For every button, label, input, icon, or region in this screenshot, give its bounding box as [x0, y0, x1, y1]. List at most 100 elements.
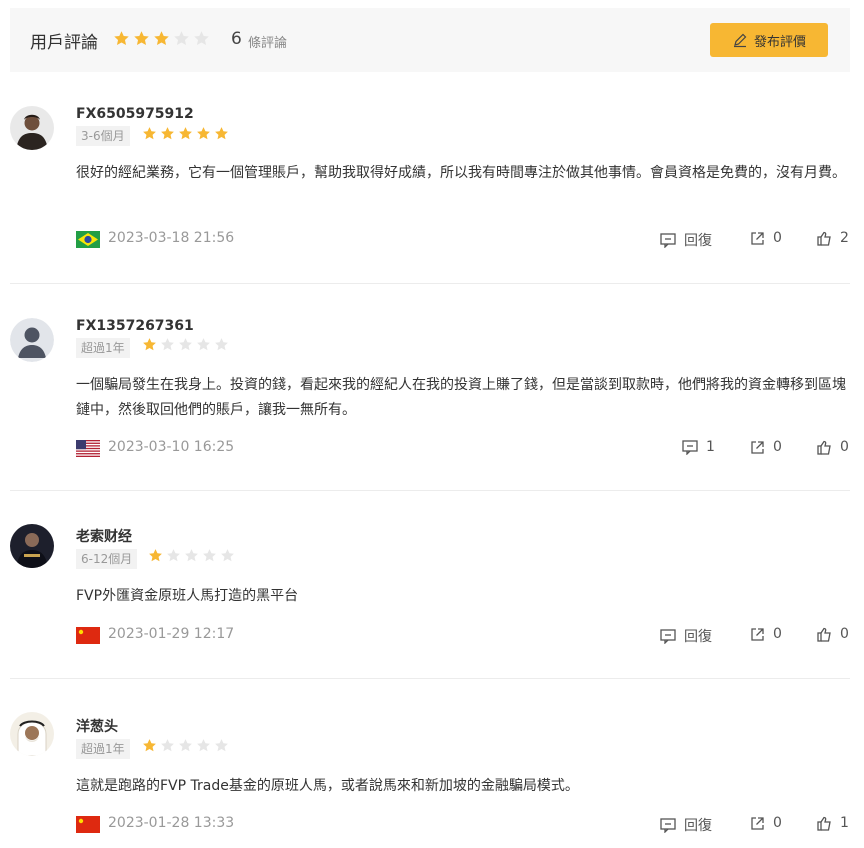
star-filled-icon: [142, 738, 157, 753]
review-content: 很好的經紀業務，它有一個管理賬戶，幫助我取得好成績，所以我有時間專注於做其他事情…: [76, 165, 846, 181]
like-count: 0: [840, 626, 849, 642]
avatar[interactable]: [10, 106, 54, 150]
china-flag: [76, 816, 100, 833]
share-button[interactable]: 0: [750, 626, 782, 642]
thumbs-up-icon: [817, 627, 831, 642]
review-rating: [142, 738, 229, 753]
star-filled-icon: [214, 126, 229, 141]
avatar[interactable]: [10, 712, 54, 756]
review-count: 6: [231, 29, 242, 49]
star-empty-icon: [214, 738, 229, 753]
reviews-title: 用戶評論: [30, 33, 98, 53]
share-icon: [751, 627, 764, 641]
reply-label: 回復: [684, 233, 712, 249]
review-content: 一個騙局發生在我身上。投資的錢，看起來我的經紀人在我的投資上賺了錢，但是當談到取…: [76, 377, 846, 418]
star-filled-icon: [113, 30, 130, 47]
share-count: 0: [773, 230, 782, 246]
star-empty-icon: [160, 738, 175, 753]
review-content: 這就是跑路的FVP Trade基金的原班人馬，或者說馬來和新加坡的金融騙局模式。: [76, 778, 579, 794]
divider: [10, 490, 850, 491]
star-empty-icon: [220, 548, 235, 563]
like-button[interactable]: 0: [817, 439, 849, 455]
like-count: 2: [840, 230, 849, 246]
comment-icon: [660, 628, 676, 644]
star-empty-icon: [178, 337, 193, 352]
star-filled-icon: [178, 126, 193, 141]
thumbs-up-icon: [817, 816, 831, 831]
review-date: 2023-03-10 16:25: [108, 439, 235, 455]
comment-icon: [660, 817, 676, 833]
like-button[interactable]: 1: [817, 815, 849, 831]
usa-flag: [76, 440, 100, 457]
reply-button[interactable]: 回復: [660, 230, 712, 250]
thumbs-up-icon: [817, 440, 831, 455]
duration-badge: 超過1年: [76, 338, 130, 358]
thumbs-up-icon: [817, 231, 831, 246]
like-button[interactable]: 2: [817, 230, 849, 246]
duration-badge: 超過1年: [76, 739, 130, 759]
reviews-header: 用戶評論 6 條評論 發布評價: [10, 8, 850, 72]
edit-icon: [733, 33, 747, 48]
china-flag: [76, 627, 100, 644]
star-empty-icon: [178, 738, 193, 753]
like-button[interactable]: 0: [817, 626, 849, 642]
post-review-label: 發布評價: [753, 34, 806, 50]
overall-rating: [113, 30, 210, 47]
reply-label: 回復: [684, 629, 712, 645]
username: 老索财经: [76, 529, 132, 545]
divider: [10, 283, 850, 284]
star-filled-icon: [148, 548, 163, 563]
reply-count: 1: [706, 439, 715, 455]
divider: [10, 678, 850, 679]
review-rating: [142, 337, 229, 352]
share-button[interactable]: 0: [750, 230, 782, 246]
star-empty-icon: [193, 30, 210, 47]
comment-icon: [682, 439, 698, 455]
star-empty-icon: [196, 738, 211, 753]
avatar[interactable]: [10, 318, 54, 362]
star-empty-icon: [184, 548, 199, 563]
star-empty-icon: [214, 337, 229, 352]
username: FX6505975912: [76, 106, 194, 122]
duration-badge: 3-6個月: [76, 126, 130, 146]
review-count-label: 條評論: [248, 36, 288, 51]
review-date: 2023-01-29 12:17: [108, 626, 235, 642]
review-content: FVP外匯資金原班人馬打造的黑平台: [76, 588, 299, 604]
review-date: 2023-03-18 21:56: [108, 230, 235, 246]
username: FX1357267361: [76, 318, 194, 334]
star-empty-icon: [173, 30, 190, 47]
like-count: 1: [840, 815, 849, 831]
share-button[interactable]: 0: [750, 439, 782, 455]
star-filled-icon: [142, 126, 157, 141]
share-icon: [751, 816, 764, 830]
star-filled-icon: [133, 30, 150, 47]
review-rating: [148, 548, 235, 563]
username: 洋葱头: [76, 719, 118, 735]
share-icon: [751, 231, 764, 245]
star-empty-icon: [160, 337, 175, 352]
duration-badge: 6-12個月: [76, 549, 138, 569]
share-button[interactable]: 0: [750, 815, 782, 831]
star-filled-icon: [160, 126, 175, 141]
star-empty-icon: [202, 548, 217, 563]
reply-button[interactable]: 回復: [660, 626, 712, 646]
share-icon: [751, 440, 764, 454]
star-filled-icon: [142, 337, 157, 352]
reply-button[interactable]: 回復: [660, 815, 712, 835]
star-filled-icon: [196, 126, 211, 141]
share-count: 0: [773, 626, 782, 642]
avatar[interactable]: [10, 524, 54, 568]
share-count: 0: [773, 815, 782, 831]
share-count: 0: [773, 439, 782, 455]
reply-label: 回復: [684, 818, 712, 834]
comment-icon: [660, 232, 676, 248]
post-review-button[interactable]: 發布評價: [710, 23, 828, 57]
brazil-flag: [76, 231, 100, 248]
like-count: 0: [840, 439, 849, 455]
reply-button[interactable]: 1: [682, 439, 715, 455]
star-empty-icon: [166, 548, 181, 563]
review-date: 2023-01-28 13:33: [108, 815, 235, 831]
star-empty-icon: [196, 337, 211, 352]
star-filled-icon: [153, 30, 170, 47]
review-rating: [142, 126, 229, 141]
